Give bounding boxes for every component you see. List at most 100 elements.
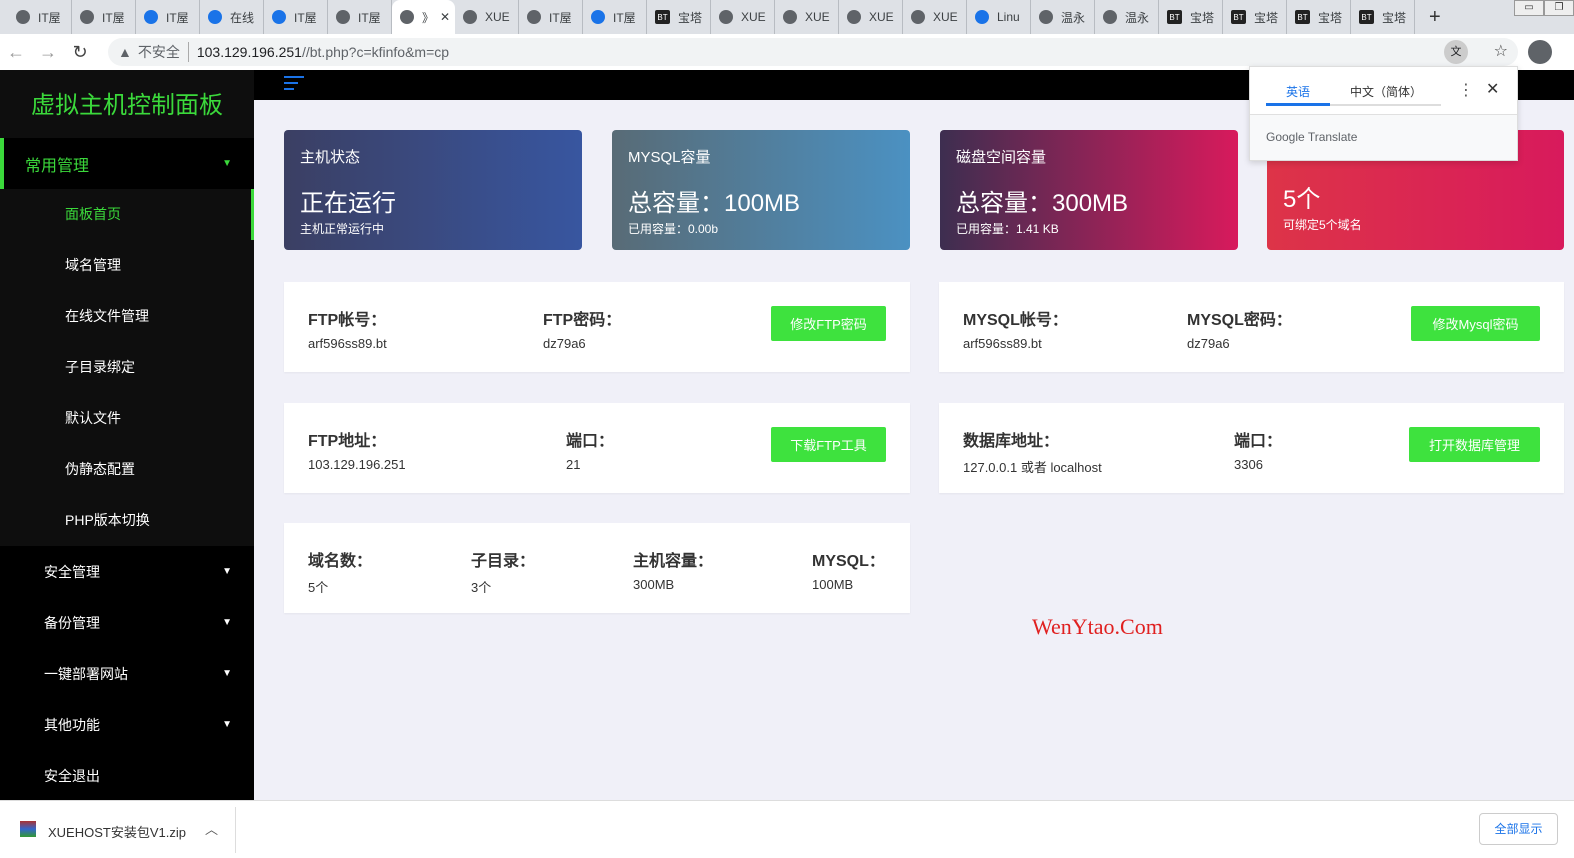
more-options-icon[interactable]: ⋮ (1458, 80, 1474, 100)
panel-title: 虚拟主机控制面板 (31, 92, 223, 119)
browser-tab[interactable]: XUE (775, 0, 839, 34)
card-value: 5个 (1283, 186, 1321, 213)
restore-button[interactable]: ❐ (1544, 0, 1574, 16)
open-db-manager-button[interactable]: 打开数据库管理 (1409, 427, 1540, 462)
value: 100MB (812, 577, 854, 592)
ftp-user: arf596ss89.bt (308, 336, 387, 351)
value: 3个 (471, 580, 492, 595)
tab-title: IT屋 (549, 10, 572, 25)
browser-tab[interactable]: 》 ✕ (392, 0, 455, 34)
browser-tab[interactable]: BT 宝塔 (1287, 0, 1351, 34)
sidebar-item[interactable]: 伪静态配置 (0, 444, 254, 495)
sidebar-logout[interactable]: 安全退出 (0, 750, 254, 801)
browser-tab[interactable]: Linu (967, 0, 1031, 34)
sidebar-item[interactable]: 面板首页 (0, 189, 254, 240)
tab-title: 宝塔 (1190, 10, 1215, 25)
sidebar-item[interactable]: 在线文件管理 (0, 291, 254, 342)
browser-tab[interactable]: BT 宝塔 (647, 0, 711, 34)
browser-tab[interactable]: BT 宝塔 (1351, 0, 1415, 34)
sidebar-item[interactable]: 域名管理 (0, 240, 254, 291)
sidebar-group-common[interactable]: 常用管理 ▼ (0, 138, 254, 189)
profile-avatar[interactable] (1528, 40, 1552, 64)
browser-tab[interactable]: 温永 (1095, 0, 1159, 34)
mysql-user: arf596ss89.bt (963, 336, 1042, 351)
browser-tab[interactable]: XUE (839, 0, 903, 34)
browser-tab[interactable]: XUE (903, 0, 967, 34)
tab-title: XUE (869, 10, 894, 24)
address-bar-row: ← → ↻ ▲ 不安全 103.129.196.251//bt.php?c=kf… (0, 34, 1574, 70)
sidebar-group[interactable]: 安全管理 ▼ (0, 546, 254, 597)
browser-tab[interactable]: IT屋 (519, 0, 583, 34)
sidebar-item[interactable]: 默认文件 (0, 393, 254, 444)
browser-tab[interactable]: IT屋 (136, 0, 200, 34)
globe-icon (1103, 10, 1117, 24)
sidebar-item[interactable]: PHP版本切换 (0, 495, 254, 546)
close-tab-icon[interactable]: ✕ (440, 10, 450, 24)
db-address: 127.0.0.1 或者 localhost (963, 460, 1102, 475)
card-value: 正在运行 (300, 190, 396, 217)
ftp-port: 21 (566, 457, 581, 472)
translate-tab-target[interactable]: 中文（简体） (1350, 83, 1422, 100)
close-icon[interactable]: ✕ (1486, 79, 1499, 99)
minimize-button[interactable]: ▭ (1514, 0, 1544, 16)
sidebar-group[interactable]: 其他功能 ▼ (0, 699, 254, 750)
ftp-pass: dz79a6 (543, 336, 586, 351)
globe-icon (975, 10, 989, 24)
db-address-panel: 数据库地址： 127.0.0.1 或者 localhost 端口： 3306 打开数… (939, 403, 1564, 493)
globe-icon (80, 10, 94, 24)
sidebar-item[interactable]: 子目录绑定 (0, 342, 254, 393)
show-all-button[interactable]: 全部显示 (1479, 813, 1558, 845)
browser-tab[interactable]: 在线 (200, 0, 264, 34)
browser-tab[interactable]: IT屋 (72, 0, 136, 34)
browser-tab[interactable]: XUE (711, 0, 775, 34)
globe-icon (208, 10, 222, 24)
bt-favicon-icon: BT (1359, 10, 1374, 24)
back-icon[interactable]: ← (0, 42, 32, 63)
menu-icon[interactable] (284, 76, 304, 94)
change-mysql-password-button[interactable]: 修改Mysql密码 (1411, 306, 1540, 341)
browser-tab[interactable]: 温永 (1031, 0, 1095, 34)
group-label: 一键部署网站 (44, 665, 128, 682)
browser-tab[interactable]: IT屋 (264, 0, 328, 34)
sidebar-group[interactable]: 一键部署网站 ▼ (0, 648, 254, 699)
browser-tab[interactable]: IT屋 (328, 0, 392, 34)
sidebar-group[interactable]: 备份管理 ▼ (0, 597, 254, 648)
tab-title: XUE (933, 10, 958, 24)
forward-icon[interactable]: → (32, 42, 64, 63)
chevron-up-icon[interactable]: ︿ (205, 819, 218, 838)
download-file[interactable]: XUEHOST安装包V1.zip (48, 822, 186, 841)
translate-tab-source[interactable]: 英语 (1286, 83, 1310, 100)
browser-tab[interactable]: XUE (455, 0, 519, 34)
value: 300MB (633, 577, 675, 592)
browser-tab[interactable]: IT屋 (8, 0, 72, 34)
url-host: 103.129.196.251 (196, 44, 302, 60)
browser-tab[interactable]: IT屋 (583, 0, 647, 34)
reload-icon[interactable]: ↻ (64, 42, 96, 63)
summary-item: 子目录： 3个 (471, 547, 535, 596)
chevron-down-icon: ▼ (222, 668, 232, 679)
bt-favicon-icon: BT (1167, 10, 1182, 24)
browser-tab[interactable]: BT 宝塔 (1159, 0, 1223, 34)
change-ftp-password-button[interactable]: 修改FTP密码 (771, 306, 886, 341)
tab-title: IT屋 (358, 10, 381, 25)
warning-icon: ▲ (118, 44, 132, 60)
download-ftp-tool-button[interactable]: 下载FTP工具 (771, 427, 886, 462)
watermark: WenYtao.Com (1032, 614, 1163, 639)
label: FTP帐号： (308, 312, 387, 329)
summary-item: MYSQL： 100MB (812, 547, 885, 592)
globe-icon (847, 10, 861, 24)
url-input[interactable]: ▲ 不安全 103.129.196.251//bt.php?c=kfinfo&m… (108, 38, 1518, 66)
card-disk: 磁盘空间容量 总容量：300MB 已用容量：1.41 KB (940, 130, 1238, 250)
summary-item: 主机容量： 300MB (633, 547, 713, 592)
translate-icon[interactable]: 文 (1444, 40, 1468, 64)
card-mysql: MYSQL容量 总容量：100MB 已用容量：0.00b (612, 130, 910, 250)
tab-title: XUE (485, 10, 510, 24)
new-tab-button[interactable]: + (1429, 6, 1441, 29)
tab-title: IT屋 (166, 10, 189, 25)
tab-title: IT屋 (102, 10, 125, 25)
card-sub: 主机正常运行中 (300, 222, 385, 236)
browser-tab[interactable]: BT 宝塔 (1223, 0, 1287, 34)
star-icon[interactable]: ☆ (1494, 41, 1508, 61)
tab-title: IT屋 (613, 10, 636, 25)
bt-favicon-icon: BT (1231, 10, 1246, 24)
